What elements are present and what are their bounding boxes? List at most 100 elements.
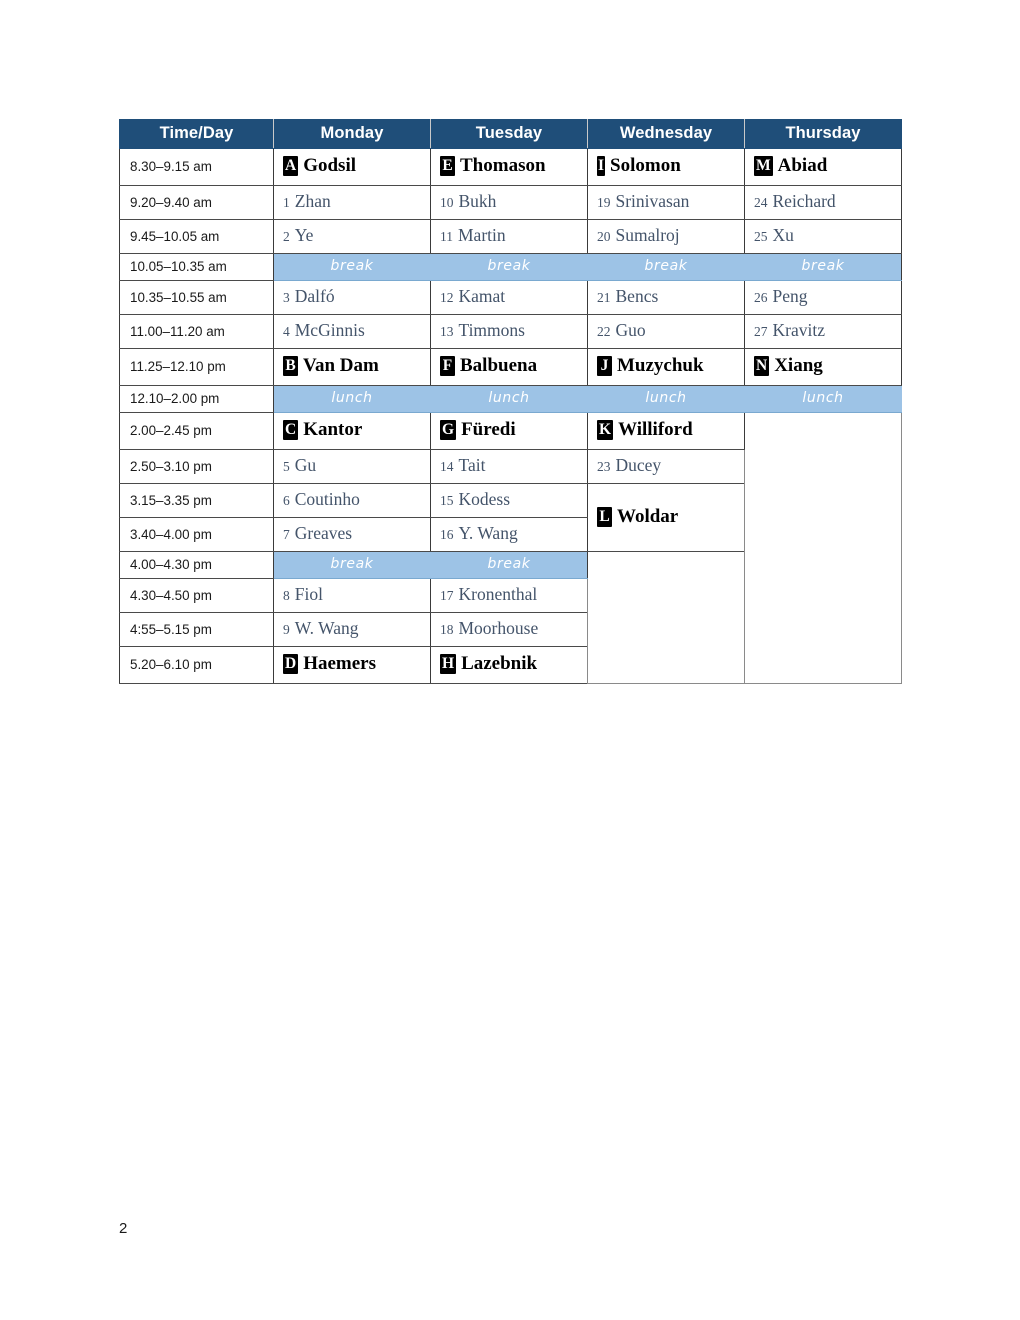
session-number: 22	[597, 324, 611, 340]
time-slot-label: 4.00–4.30 pm	[119, 550, 274, 579]
speaker-name: Y. Wang	[458, 523, 518, 544]
session-number: 24	[754, 195, 768, 211]
speaker-name: Srinivasan	[615, 191, 690, 212]
plenary-cell: A Godsil	[273, 147, 431, 186]
session-letter-badge: J	[597, 356, 612, 377]
speaker-name: W. Wang	[294, 618, 359, 639]
speaker-name: Xu	[772, 225, 794, 246]
session-letter-badge: H	[440, 654, 457, 675]
header-row: Time/Day Monday Tuesday Wednesday Thursd…	[119, 119, 902, 149]
session-cell: 11 Martin	[430, 218, 588, 254]
table-row: 2.00–2.45 pm C Kantor G Füredi K Williford	[119, 411, 902, 684]
session-letter-badge: M	[754, 156, 773, 177]
plenary-cell: H Lazebnik	[430, 645, 588, 684]
session-cell: 23 Ducey	[587, 448, 745, 484]
session-cell: 12 Kamat	[430, 279, 588, 315]
session-cell: 19 Srinivasan	[587, 184, 745, 220]
time-slot-label: 9.20–9.40 am	[119, 184, 274, 220]
session-number: 8	[283, 588, 290, 604]
session-letter-badge: B	[283, 356, 298, 377]
speaker-name: Solomon	[610, 155, 681, 177]
session-number: 14	[440, 459, 454, 475]
session-letter-badge: I	[597, 156, 606, 177]
speaker-name: Kronenthal	[458, 584, 538, 605]
time-slot-label: 2.50–3.10 pm	[119, 448, 274, 484]
speaker-name: Lazebnik	[461, 653, 538, 675]
speaker-name: Dalfó	[294, 286, 335, 307]
session-number: 23	[597, 459, 611, 475]
session-number: 3	[283, 290, 290, 306]
speaker-name: Ducey	[615, 455, 662, 476]
speaker-name: Gu	[294, 455, 317, 476]
speaker-name: Williford	[618, 419, 693, 441]
column-header-tuesday: Tuesday	[430, 119, 588, 149]
session-number: 9	[283, 622, 290, 638]
session-number: 11	[440, 229, 453, 245]
time-slot-label: 9.45–10.05 am	[119, 218, 274, 254]
session-cell: 10 Bukh	[430, 184, 588, 220]
speaker-name: Coutinho	[294, 489, 360, 510]
column-header-monday: Monday	[273, 119, 431, 149]
session-number: 13	[440, 324, 454, 340]
speaker-name: Sumalroj	[615, 225, 680, 246]
session-letter-badge: C	[283, 420, 299, 441]
session-cell: 16 Y. Wang	[430, 516, 588, 552]
session-cell: 24 Reichard	[744, 184, 902, 220]
session-number: 18	[440, 622, 454, 638]
session-number: 6	[283, 493, 290, 509]
empty-cell-thursday	[744, 411, 902, 684]
session-cell: 25 Xu	[744, 218, 902, 254]
session-cell: 2 Ye	[273, 218, 431, 254]
session-cell: 15 Kodess	[430, 482, 588, 518]
session-cell: 21 Bencs	[587, 279, 745, 315]
speaker-name: Van Dam	[303, 355, 379, 377]
speaker-name: Xiang	[774, 355, 823, 377]
speaker-name: Kravitz	[772, 320, 825, 341]
session-letter-badge: N	[754, 356, 770, 377]
speaker-name: Bukh	[458, 191, 497, 212]
session-letter-badge: F	[440, 356, 455, 377]
table-row: 12.10–2.00 pm lunch lunch lunch lunch	[119, 384, 902, 413]
table-row: 8.30–9.15 am A Godsil E Thomason I Solomon M Abi…	[119, 147, 902, 186]
session-number: 26	[754, 290, 768, 306]
speaker-name: Reichard	[772, 191, 836, 212]
time-slot-label: 3.40–4.00 pm	[119, 516, 274, 552]
plenary-cell: M Abiad	[744, 147, 902, 186]
session-letter-badge: D	[283, 654, 299, 675]
time-slot-label: 5.20–6.10 pm	[119, 645, 274, 684]
lunch-band-cell: lunch	[587, 384, 745, 413]
page-number: 2	[119, 1220, 128, 1237]
table-header: Time/Day Monday Tuesday Wednesday Thursd…	[119, 119, 902, 149]
session-cell: 17 Kronenthal	[430, 577, 588, 613]
speaker-name: Muzychuk	[617, 355, 704, 377]
time-slot-label: 8.30–9.15 am	[119, 147, 274, 186]
speaker-name: Balbuena	[460, 355, 538, 377]
document-page: Time/Day Monday Tuesday Wednesday Thursd…	[0, 0, 1020, 1320]
lunch-band-cell: lunch	[430, 384, 588, 413]
table-row: 11.25–12.10 pm B Van Dam F Balbuena J Muzychuk…	[119, 347, 902, 386]
speaker-name: Thomason	[460, 155, 546, 177]
session-cell: 4 McGinnis	[273, 313, 431, 349]
speaker-name: Zhan	[294, 191, 331, 212]
time-slot-label: 4:55–5.15 pm	[119, 611, 274, 647]
speaker-name: Martin	[458, 225, 506, 246]
lunch-band-cell: lunch	[744, 384, 902, 413]
speaker-name: Füredi	[461, 419, 516, 441]
session-number: 19	[597, 195, 611, 211]
plenary-cell: G Füredi	[430, 411, 588, 450]
speaker-name: Fiol	[294, 584, 323, 605]
session-number: 5	[283, 459, 290, 475]
session-number: 10	[440, 195, 454, 211]
session-cell: 14 Tait	[430, 448, 588, 484]
session-cell: 8 Fiol	[273, 577, 431, 613]
column-header-thursday: Thursday	[744, 119, 902, 149]
time-slot-label: 2.00–2.45 pm	[119, 411, 274, 450]
session-number: 7	[283, 527, 290, 543]
time-slot-label: 11.00–11.20 am	[119, 313, 274, 349]
session-number: 27	[754, 324, 768, 340]
speaker-name: Godsil	[303, 155, 357, 177]
time-slot-label: 4.30–4.50 pm	[119, 577, 274, 613]
session-number: 20	[597, 229, 611, 245]
session-letter-badge: E	[440, 156, 455, 177]
session-letter-badge: G	[440, 420, 457, 441]
